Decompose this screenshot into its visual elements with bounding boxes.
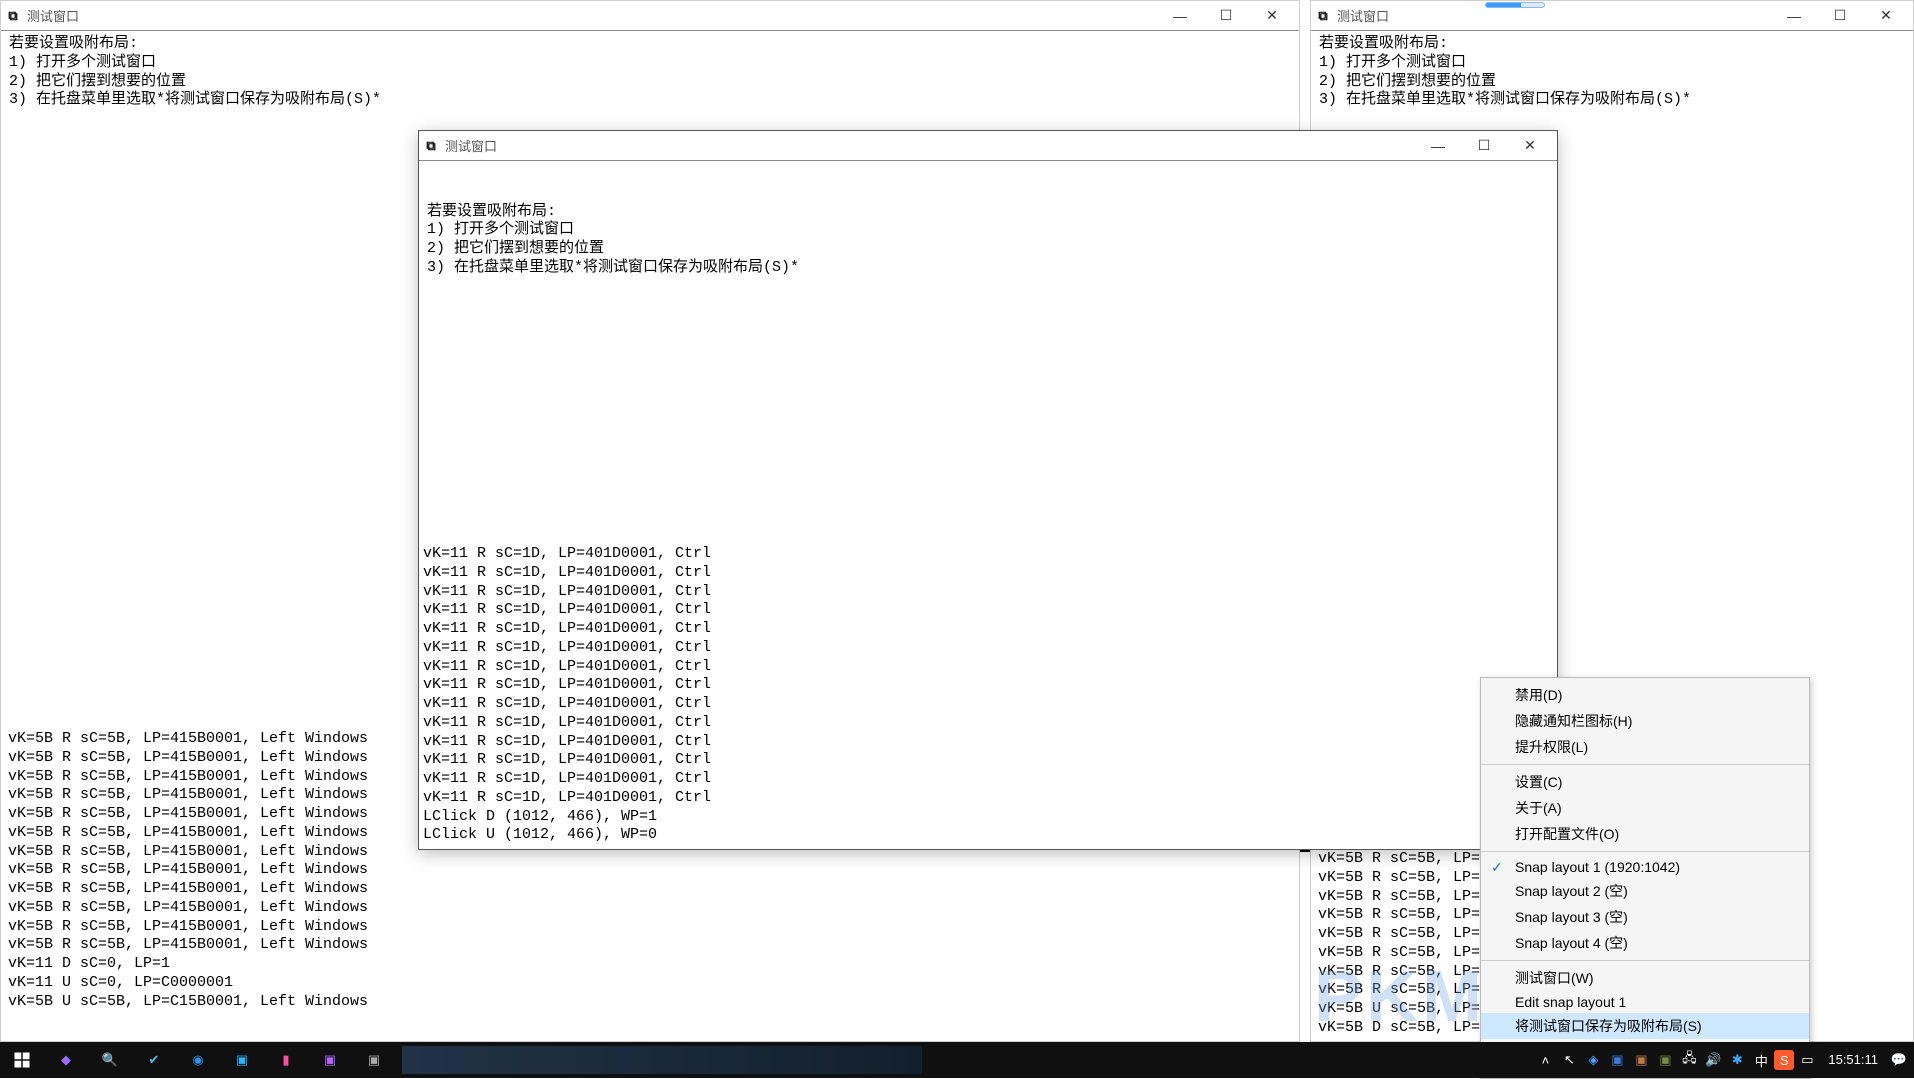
key-log-right: vK=5B R sC=5B, LP= vK=5B R sC=5B, LP= vK… (1318, 850, 1480, 1038)
tray-volume-icon[interactable]: 🔊 (1702, 1042, 1724, 1078)
taskbar-app-check-icon[interactable]: ✔ (132, 1042, 176, 1078)
tray-app-book-icon[interactable]: ▣ (1630, 1042, 1652, 1078)
tray-notifications-icon[interactable]: 💬 (1888, 1042, 1910, 1078)
tray-sogou-icon[interactable]: S (1774, 1050, 1794, 1070)
maximize-button[interactable]: ☐ (1203, 1, 1249, 31)
window-title: 测试窗口 (445, 136, 497, 155)
tray-chevron-up-icon[interactable]: ˄ (1534, 1042, 1556, 1078)
window-title: 测试窗口 (1337, 6, 1389, 25)
key-log-left: vK=5B R sC=5B, LP=415B0001, Left Windows… (8, 730, 368, 1011)
taskbar-app-generic-icon[interactable]: ▣ (220, 1042, 264, 1078)
tray-battery-icon[interactable]: ▭ (1796, 1042, 1818, 1078)
menu-item[interactable]: 隐藏通知栏图标(H) (1481, 708, 1809, 734)
close-button[interactable]: ✕ (1863, 1, 1909, 31)
tray-app-blue-icon[interactable]: ▣ (1606, 1042, 1628, 1078)
close-button[interactable]: ✕ (1249, 1, 1295, 31)
minimize-button[interactable]: — (1415, 131, 1461, 161)
menu-item[interactable]: 将测试窗口保存为吸附布局(S) (1481, 1013, 1809, 1039)
tray-shield-icon[interactable]: ◈ (1582, 1042, 1604, 1078)
menu-separator (1481, 960, 1809, 961)
taskbar-app-browser-icon[interactable]: ◉ (176, 1042, 220, 1078)
menu-separator (1481, 764, 1809, 765)
instructions-text: 若要设置吸附布局: 1) 打开多个测试窗口 2) 把它们摆到想要的位置 3) 在… (427, 203, 1549, 278)
titlebar[interactable]: ⧉ 测试窗口 — ☐ ✕ (1, 1, 1299, 31)
tray-context-menu[interactable]: 禁用(D)隐藏通知栏图标(H)提升权限(L) 设置(C)关于(A)打开配置文件(O… (1480, 677, 1810, 1079)
start-button[interactable] (0, 1042, 44, 1078)
key-log: vK=11 R sC=1D, LP=401D0001, Ctrl vK=11 R… (423, 545, 711, 845)
taskbar-app-pink-icon[interactable]: ▮ (264, 1042, 308, 1078)
menu-item[interactable]: 关于(A) (1481, 795, 1809, 821)
menu-item[interactable]: Snap layout 3 (空) (1481, 904, 1809, 930)
menu-item[interactable]: 提升权限(L) (1481, 734, 1809, 760)
tray-cursor-icon[interactable]: ↖ (1558, 1042, 1580, 1078)
tray-bluetooth-icon[interactable]: ✱ (1726, 1042, 1748, 1078)
tray-app-green-icon[interactable]: ▣ (1654, 1042, 1676, 1078)
app-icon: ⧉ (1315, 8, 1331, 24)
menu-item[interactable]: 设置(C) (1481, 769, 1809, 795)
taskbar-clock[interactable]: 15:51:11 (1820, 1053, 1886, 1067)
window-content: 若要设置吸附布局: 1) 打开多个测试窗口 2) 把它们摆到想要的位置 3) 在… (419, 161, 1557, 849)
app-icon: ⧉ (5, 8, 21, 24)
menu-item[interactable]: Snap layout 2 (空) (1481, 878, 1809, 904)
app-icon: ⧉ (423, 138, 439, 154)
taskbar-running-group[interactable] (402, 1046, 922, 1074)
titlebar[interactable]: ⧉ 测试窗口 — ☐ ✕ (1311, 1, 1913, 31)
taskbar-search-icon[interactable]: 🔍 (88, 1042, 132, 1078)
title-progress-icon (1485, 2, 1545, 8)
taskbar-app-obsidian-icon[interactable]: ◆ (44, 1042, 88, 1078)
menu-separator (1481, 851, 1809, 852)
menu-item[interactable]: Snap layout 4 (空) (1481, 930, 1809, 956)
test-window-front[interactable]: ⧉ 测试窗口 — ☐ ✕ 若要设置吸附布局: 1) 打开多个测试窗口 2) 把它… (418, 130, 1558, 850)
taskbar-app-terminal-icon[interactable]: ▣ (352, 1042, 396, 1078)
taskbar-app-purple-icon[interactable]: ▣ (308, 1042, 352, 1078)
menu-item[interactable]: 测试窗口(W) (1481, 965, 1809, 991)
tray-network-icon[interactable]: 🖧 (1678, 1042, 1700, 1078)
system-tray[interactable]: ˄ ↖ ◈ ▣ ▣ ▣ 🖧 🔊 ✱ 中 S ▭ 15:51:11 💬 (1534, 1042, 1914, 1078)
minimize-button[interactable]: — (1157, 1, 1203, 31)
titlebar[interactable]: ⧉ 测试窗口 — ☐ ✕ (419, 131, 1557, 161)
menu-item[interactable]: 禁用(D) (1481, 682, 1809, 708)
menu-item[interactable]: 打开配置文件(O) (1481, 821, 1809, 847)
taskbar[interactable]: ◆ 🔍 ✔ ◉ ▣ ▮ ▣ ▣ ˄ ↖ ◈ ▣ ▣ ▣ 🖧 🔊 ✱ 中 S ▭ … (0, 1042, 1914, 1078)
tray-ime-icon[interactable]: 中 (1750, 1042, 1772, 1078)
minimize-button[interactable]: — (1771, 1, 1817, 31)
menu-item[interactable]: Edit snap layout 1 (1481, 991, 1809, 1013)
menu-item[interactable]: Snap layout 1 (1920:1042) (1481, 856, 1809, 878)
close-button[interactable]: ✕ (1507, 131, 1553, 161)
maximize-button[interactable]: ☐ (1461, 131, 1507, 161)
maximize-button[interactable]: ☐ (1817, 1, 1863, 31)
window-title: 测试窗口 (27, 6, 79, 25)
